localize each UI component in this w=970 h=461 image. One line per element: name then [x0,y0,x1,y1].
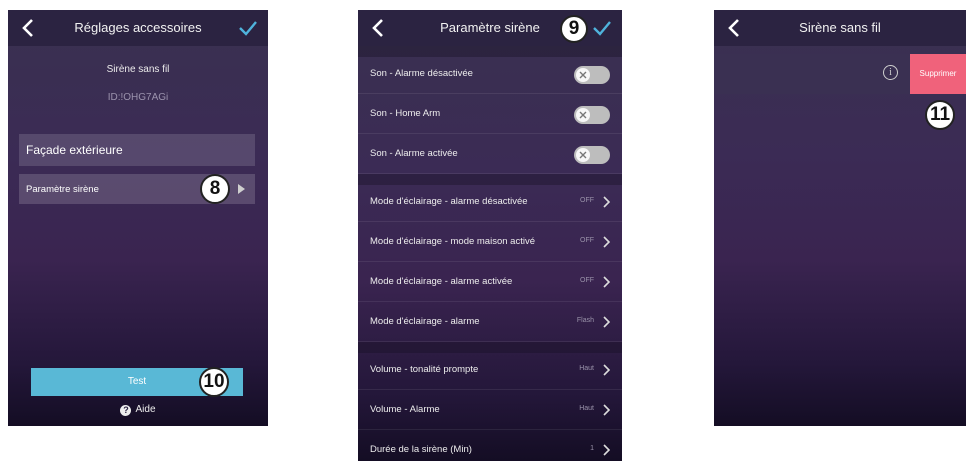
delete-button-label: Supprimer [919,69,957,78]
setting-value: Haut [579,405,594,412]
toggle-x-icon [579,151,587,159]
setting-label: Mode d'éclairage - alarme [370,316,480,327]
volume-row[interactable]: Volume - tonalité prompte Haut [358,350,622,390]
device-list-item[interactable]: i Supprimer [714,54,966,94]
lighting-row[interactable]: Mode d'éclairage - alarme activée OFF [358,262,622,302]
test-button-label: Test [127,376,147,387]
callout-badge-9: 9 [560,15,588,43]
volume-row[interactable]: Durée de la sirène (Min) 1 [358,430,622,461]
page-title: Sirène sans fil [799,20,881,35]
setting-value: OFF [580,277,594,284]
toggle-label: Son - Alarme désactivée [370,68,473,79]
setting-label: Durée de la sirène (Min) [370,444,472,455]
sound-toggle-switch[interactable] [574,106,610,124]
toggle-knob [576,148,590,162]
toggle-label: Son - Home Arm [370,108,441,119]
volume-row[interactable]: Volume - Alarme Haut [358,390,622,430]
callout-badge-11: 11 [925,100,955,130]
play-triangle-icon [238,184,245,194]
lighting-row[interactable]: Mode d'éclairage - alarme désactivée OFF [358,182,622,222]
setting-label: Volume - tonalité prompte [370,364,479,375]
siren-parameters-screen: Paramètre sirène 9 Son - Alarme désactiv… [358,10,622,461]
chevron-right-icon [603,196,610,208]
toggle-label: Son - Alarme activée [370,148,458,159]
toggle-knob [576,108,590,122]
help-circle-icon: ? [120,405,132,416]
setting-value: 1 [590,445,594,452]
top-bar: Réglages accessoires [8,10,268,46]
toggle-knob [576,68,590,82]
location-value: Façade extérieure [26,143,123,157]
setting-label: Volume - Alarme [370,404,440,415]
siren-parameters-label: Paramètre sirène [26,184,99,195]
setting-value: OFF [580,197,594,204]
info-icon[interactable]: i [883,65,898,80]
setting-label: Mode d'éclairage - alarme désactivée [370,196,528,207]
setting-value: Flash [576,317,594,324]
toggle-x-icon [579,71,587,79]
sound-toggle-switch[interactable] [574,66,610,84]
wireless-siren-screen: Sirène sans fil i Supprimer 11 [714,10,966,426]
device-name: Sirène sans fil [106,64,170,75]
toggle-row: Son - Alarme désactivée [358,54,622,94]
chevron-right-icon [603,444,610,456]
toggle-row: Son - Home Arm [358,94,622,134]
lighting-row[interactable]: Mode d'éclairage - mode maison activé OF… [358,222,622,262]
setting-label: Mode d'éclairage - alarme activée [370,276,513,287]
setting-label: Mode d'éclairage - mode maison activé [370,236,535,247]
toggle-x-icon [579,111,587,119]
help-label: Aide [135,404,156,415]
setting-value: OFF [580,237,594,244]
callout-badge-8: 8 [200,174,230,204]
checkmark-icon[interactable] [238,18,258,38]
chevron-right-icon [603,276,610,288]
volume-group: Volume - tonalité prompte Haut Volume - … [358,350,622,461]
checkmark-icon[interactable] [592,18,612,38]
help-link[interactable]: ? Aide [8,404,268,416]
chevron-right-icon [603,404,610,416]
sound-toggle-switch[interactable] [574,146,610,164]
page-title: Réglages accessoires [74,20,202,35]
location-field[interactable]: Façade extérieure [19,134,255,166]
top-bar: Sirène sans fil [714,10,966,46]
toggle-row: Son - Alarme activée [358,134,622,174]
setting-value: Haut [579,365,594,372]
callout-badge-10: 10 [199,367,229,397]
delete-button[interactable]: Supprimer [910,54,966,94]
chevron-right-icon [603,236,610,248]
lighting-mode-group: Mode d'éclairage - alarme désactivée OFF… [358,182,622,342]
accessory-settings-screen: Réglages accessoires Sirène sans fil ID:… [8,10,268,426]
chevron-right-icon [603,364,610,376]
sound-toggles-group: Son - Alarme désactivée Son - Home Arm S… [358,54,622,174]
device-id: ID:!OHG7AGi [107,92,169,103]
lighting-row[interactable]: Mode d'éclairage - alarme Flash [358,302,622,342]
chevron-right-icon [603,316,610,328]
